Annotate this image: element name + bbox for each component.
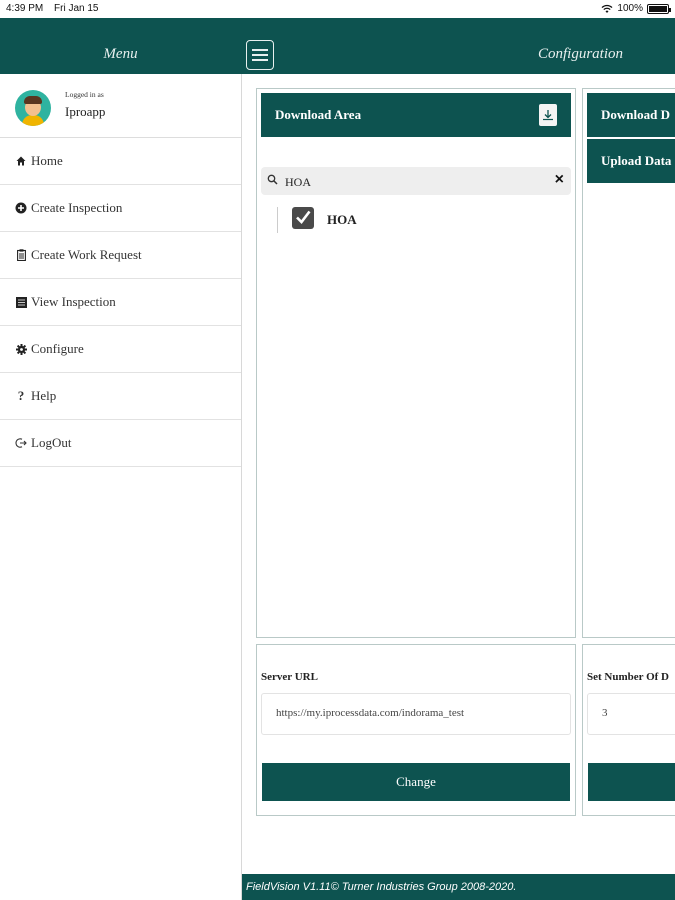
tree-connector bbox=[277, 207, 278, 233]
download-data-label: Download D bbox=[601, 107, 670, 122]
server-url-panel: Server URL https://my.iprocessdata.com/i… bbox=[256, 644, 576, 816]
sidebar-item-label: Help bbox=[31, 388, 57, 403]
footer: FieldVision V1.11© Turner Industries Gro… bbox=[242, 874, 675, 900]
area-search-field[interactable]: HOA × bbox=[261, 167, 571, 195]
set-number-value: 3 bbox=[602, 707, 608, 719]
hoa-checkbox[interactable] bbox=[292, 207, 314, 229]
search-input[interactable]: HOA bbox=[285, 175, 311, 190]
tree-item-label[interactable]: HOA bbox=[327, 212, 357, 228]
page-title: Configuration bbox=[537, 46, 623, 62]
download-area-header: Download Area bbox=[261, 93, 571, 137]
sidebar-item-label: Home bbox=[31, 153, 63, 168]
sidebar-item-help[interactable]: ? Help bbox=[0, 373, 241, 420]
user-info: Logged in as Iproapp bbox=[0, 74, 241, 138]
sidebar-item-label: Create Inspection bbox=[31, 200, 123, 215]
gear-icon bbox=[14, 342, 28, 356]
battery-percent: 100% bbox=[617, 3, 643, 14]
set-number-input[interactable]: 3 bbox=[587, 693, 675, 735]
clipboard-icon bbox=[14, 248, 28, 262]
sidebar-item-label: Create Work Request bbox=[31, 247, 142, 262]
server-url-label: Server URL bbox=[261, 671, 318, 683]
upload-data-label: Upload Data bbox=[601, 153, 672, 168]
download-upload-panel: Download D Upload Data bbox=[582, 88, 675, 638]
change-button[interactable]: Change bbox=[262, 763, 570, 801]
sidebar: Logged in as Iproapp Home Create Inspect… bbox=[0, 74, 242, 900]
sidebar-item-create-inspection[interactable]: Create Inspection bbox=[0, 185, 241, 232]
battery-icon bbox=[647, 3, 671, 14]
status-bar: 4:39 PM Fri Jan 15 100% bbox=[0, 0, 675, 18]
clear-search-icon[interactable]: × bbox=[555, 171, 564, 189]
logged-in-label: Logged in as bbox=[65, 90, 104, 99]
sidebar-item-logout[interactable]: LogOut bbox=[0, 420, 241, 467]
sidebar-item-create-work-request[interactable]: Create Work Request bbox=[0, 232, 241, 279]
download-area-panel: Download Area HOA × HOA bbox=[256, 88, 576, 638]
hamburger-menu-icon[interactable] bbox=[246, 40, 274, 70]
sidebar-item-label: View Inspection bbox=[31, 294, 116, 309]
logout-icon bbox=[14, 436, 28, 450]
question-icon: ? bbox=[17, 388, 25, 403]
app-header: Menu Configuration bbox=[0, 18, 675, 74]
sidebar-item-home[interactable]: Home bbox=[0, 138, 241, 185]
avatar bbox=[15, 90, 51, 126]
search-icon bbox=[267, 174, 278, 185]
upload-data-button[interactable]: Upload Data bbox=[587, 139, 675, 183]
download-icon[interactable] bbox=[539, 104, 557, 126]
sidebar-item-label: LogOut bbox=[31, 435, 72, 450]
sidebar-item-view-inspection[interactable]: View Inspection bbox=[0, 279, 241, 326]
sidebar-item-configure[interactable]: Configure bbox=[0, 326, 241, 373]
set-number-label: Set Number Of D bbox=[587, 671, 669, 683]
download-data-button[interactable]: Download D bbox=[587, 93, 675, 137]
server-url-value: https://my.iprocessdata.com/indorama_tes… bbox=[276, 707, 465, 719]
plus-circle-icon bbox=[14, 201, 28, 215]
set-number-button[interactable] bbox=[588, 763, 675, 801]
server-url-input[interactable]: https://my.iprocessdata.com/indorama_tes… bbox=[261, 693, 571, 735]
main-content: Download Area HOA × HOA Download D Uploa… bbox=[242, 74, 675, 874]
list-icon bbox=[14, 295, 28, 309]
status-time: 4:39 PM bbox=[6, 3, 44, 14]
home-icon bbox=[14, 154, 28, 168]
sidebar-item-label: Configure bbox=[31, 341, 84, 356]
set-number-panel: Set Number Of D 3 bbox=[582, 644, 675, 816]
menu-title: Menu bbox=[103, 46, 138, 62]
download-area-title: Download Area bbox=[275, 107, 362, 122]
status-date: Fri Jan 15 bbox=[54, 3, 99, 14]
username: Iproapp bbox=[65, 104, 106, 119]
wifi-icon bbox=[601, 4, 613, 13]
